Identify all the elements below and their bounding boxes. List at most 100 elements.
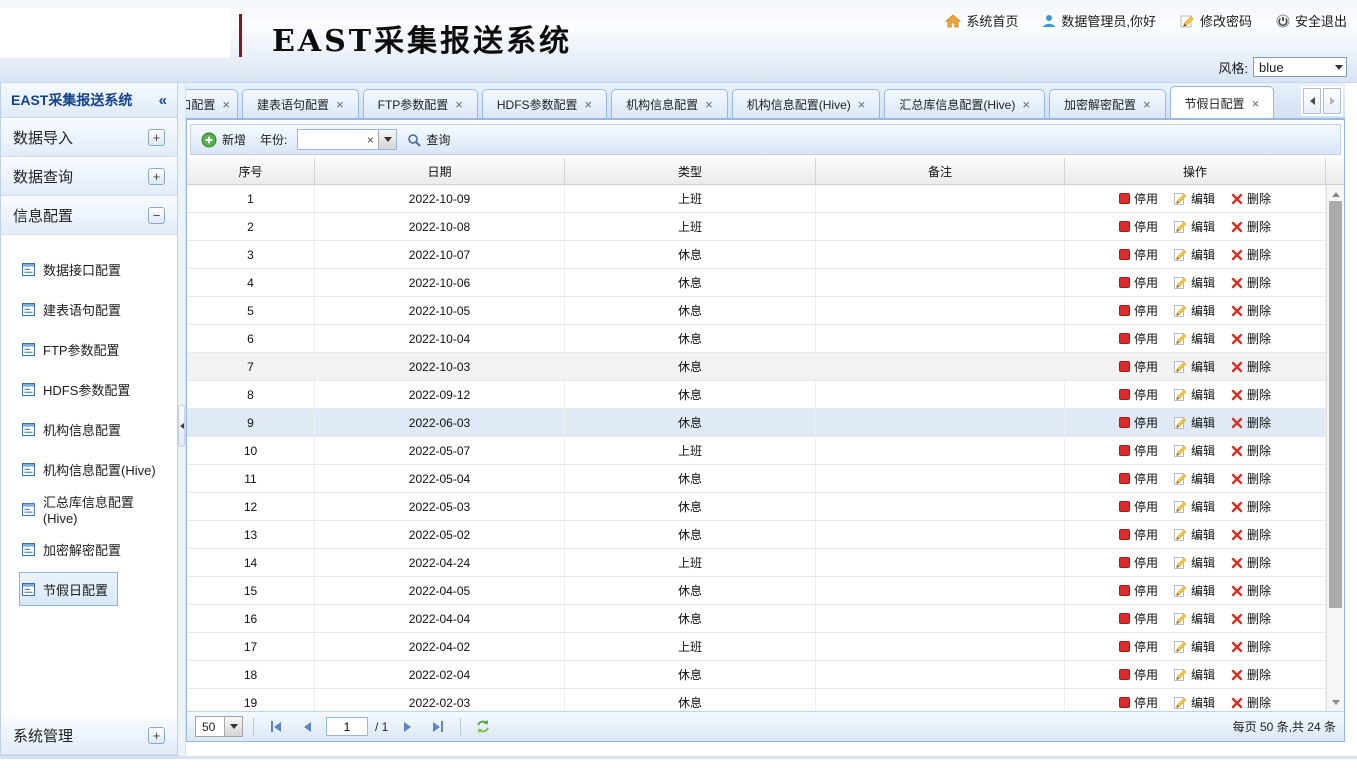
expand-toggle-icon[interactable]: + bbox=[148, 168, 165, 185]
scrollbar-thumb[interactable] bbox=[1329, 201, 1342, 608]
delete-action[interactable]: 删除 bbox=[1231, 554, 1271, 571]
disable-action[interactable]: 停用 bbox=[1119, 498, 1158, 515]
sidebar-splitter[interactable] bbox=[178, 83, 186, 756]
disable-action[interactable]: 停用 bbox=[1119, 694, 1158, 711]
tab[interactable]: 节假日配置 × bbox=[1170, 86, 1275, 119]
disable-action[interactable]: 停用 bbox=[1119, 582, 1158, 599]
disable-action[interactable]: 停用 bbox=[1119, 386, 1158, 403]
next-page-button[interactable] bbox=[395, 716, 419, 738]
sidebar-section-header[interactable]: 数据导入 + bbox=[1, 118, 177, 157]
grid-vertical-scrollbar[interactable] bbox=[1326, 185, 1344, 711]
table-row[interactable]: 15 2022-04-05 休息 停用 bbox=[187, 577, 1326, 605]
tab-close-icon[interactable]: × bbox=[222, 97, 230, 112]
delete-action[interactable]: 删除 bbox=[1231, 442, 1271, 459]
edit-action[interactable]: 编辑 bbox=[1174, 330, 1215, 347]
disable-action[interactable]: 停用 bbox=[1119, 414, 1158, 431]
combo-dropdown-button[interactable] bbox=[378, 130, 396, 149]
tab[interactable]: 机构信息配置 × bbox=[611, 89, 728, 118]
tab[interactable]: 加密解密配置 × bbox=[1049, 89, 1166, 118]
table-row[interactable]: 16 2022-04-04 休息 停用 bbox=[187, 605, 1326, 633]
table-row[interactable]: 14 2022-04-24 上班 停用 bbox=[187, 549, 1326, 577]
column-header-date[interactable]: 日期 bbox=[315, 158, 565, 184]
table-row[interactable]: 11 2022-05-04 休息 停用 bbox=[187, 465, 1326, 493]
edit-action[interactable]: 编辑 bbox=[1174, 638, 1215, 655]
add-button[interactable]: 新增 bbox=[201, 131, 246, 148]
tab-scroll-left-button[interactable] bbox=[1303, 88, 1321, 114]
edit-action[interactable]: 编辑 bbox=[1174, 442, 1215, 459]
delete-action[interactable]: 删除 bbox=[1231, 526, 1271, 543]
table-row[interactable]: 3 2022-10-07 休息 停用 bbox=[187, 241, 1326, 269]
last-page-button[interactable] bbox=[426, 716, 450, 738]
edit-action[interactable]: 编辑 bbox=[1174, 554, 1215, 571]
first-page-button[interactable] bbox=[264, 716, 288, 738]
sidebar-menu-item[interactable]: 机构信息配置 bbox=[19, 409, 131, 449]
sidebar-menu-item[interactable]: 节假日配置 bbox=[19, 572, 118, 606]
delete-action[interactable]: 删除 bbox=[1231, 470, 1271, 487]
table-row[interactable]: 9 2022-06-03 休息 停用 bbox=[187, 409, 1326, 437]
disable-action[interactable]: 停用 bbox=[1119, 470, 1158, 487]
tab-close-icon[interactable]: × bbox=[858, 97, 866, 112]
tab-close-icon[interactable]: × bbox=[336, 97, 344, 112]
table-row[interactable]: 10 2022-05-07 上班 停用 bbox=[187, 437, 1326, 465]
change-password-link[interactable]: 修改密码 bbox=[1180, 11, 1252, 30]
disable-action[interactable]: 停用 bbox=[1119, 442, 1158, 459]
page-number-input[interactable] bbox=[326, 717, 368, 736]
disable-action[interactable]: 停用 bbox=[1119, 610, 1158, 627]
delete-action[interactable]: 删除 bbox=[1231, 302, 1271, 319]
edit-action[interactable]: 编辑 bbox=[1174, 582, 1215, 599]
disable-action[interactable]: 停用 bbox=[1119, 666, 1158, 683]
disable-action[interactable]: 停用 bbox=[1119, 190, 1158, 207]
delete-action[interactable]: 删除 bbox=[1231, 414, 1271, 431]
year-input[interactable] bbox=[298, 131, 362, 148]
sidebar-menu-item[interactable]: 建表语句配置 bbox=[19, 289, 131, 329]
prev-page-button[interactable] bbox=[295, 716, 319, 738]
disable-action[interactable]: 停用 bbox=[1119, 358, 1158, 375]
delete-action[interactable]: 删除 bbox=[1231, 666, 1271, 683]
edit-action[interactable]: 编辑 bbox=[1174, 246, 1215, 263]
expand-toggle-icon[interactable]: + bbox=[148, 727, 165, 744]
column-header-actions[interactable]: 操作 bbox=[1065, 158, 1326, 184]
edit-action[interactable]: 编辑 bbox=[1174, 274, 1215, 291]
delete-action[interactable]: 删除 bbox=[1231, 694, 1271, 711]
edit-action[interactable]: 编辑 bbox=[1174, 302, 1215, 319]
tab-scroll-right-button[interactable] bbox=[1323, 88, 1341, 114]
table-row[interactable]: 1 2022-10-09 上班 停用 bbox=[187, 185, 1326, 213]
edit-action[interactable]: 编辑 bbox=[1174, 414, 1215, 431]
sidebar-section-header[interactable]: 数据查询 + bbox=[1, 157, 177, 196]
delete-action[interactable]: 删除 bbox=[1231, 246, 1271, 263]
table-row[interactable]: 8 2022-09-12 休息 停用 bbox=[187, 381, 1326, 409]
edit-action[interactable]: 编辑 bbox=[1174, 498, 1215, 515]
tab[interactable]: 建表语句配置 × bbox=[242, 89, 359, 118]
tab-close-icon[interactable]: × bbox=[1022, 97, 1030, 112]
expand-toggle-icon[interactable]: − bbox=[148, 207, 165, 224]
disable-action[interactable]: 停用 bbox=[1119, 302, 1158, 319]
table-row[interactable]: 4 2022-10-06 休息 停用 bbox=[187, 269, 1326, 297]
disable-action[interactable]: 停用 bbox=[1119, 526, 1158, 543]
tab-close-icon[interactable]: × bbox=[585, 97, 593, 112]
column-header-seq[interactable]: 序号 bbox=[187, 158, 315, 184]
home-link[interactable]: 系统首页 bbox=[945, 11, 1018, 30]
edit-action[interactable]: 编辑 bbox=[1174, 470, 1215, 487]
table-row[interactable]: 2 2022-10-08 上班 停用 bbox=[187, 213, 1326, 241]
delete-action[interactable]: 删除 bbox=[1231, 330, 1271, 347]
expand-toggle-icon[interactable]: + bbox=[148, 129, 165, 146]
refresh-button[interactable] bbox=[471, 716, 495, 738]
delete-action[interactable]: 删除 bbox=[1231, 582, 1271, 599]
tab[interactable]: 汇总库信息配置(Hive) × bbox=[884, 89, 1045, 118]
scroll-up-button[interactable] bbox=[1327, 187, 1344, 201]
table-row[interactable]: 17 2022-04-02 上班 停用 bbox=[187, 633, 1326, 661]
sidebar-collapse-icon[interactable]: « bbox=[159, 92, 167, 109]
tab-close-icon[interactable]: × bbox=[1252, 96, 1260, 111]
logout-link[interactable]: 安全退出 bbox=[1276, 11, 1347, 30]
tab[interactable]: 机构信息配置(Hive) × bbox=[732, 89, 881, 118]
tab-close-icon[interactable]: × bbox=[1143, 97, 1151, 112]
disable-action[interactable]: 停用 bbox=[1119, 218, 1158, 235]
scroll-down-button[interactable] bbox=[1327, 695, 1344, 709]
tab[interactable]: HDFS参数配置 × bbox=[482, 89, 607, 118]
table-row[interactable]: 13 2022-05-02 休息 停用 bbox=[187, 521, 1326, 549]
disable-action[interactable]: 停用 bbox=[1119, 330, 1158, 347]
delete-action[interactable]: 删除 bbox=[1231, 386, 1271, 403]
tab[interactable]: 口配置 × bbox=[186, 89, 238, 118]
delete-action[interactable]: 删除 bbox=[1231, 358, 1271, 375]
table-row[interactable]: 6 2022-10-04 休息 停用 bbox=[187, 325, 1326, 353]
